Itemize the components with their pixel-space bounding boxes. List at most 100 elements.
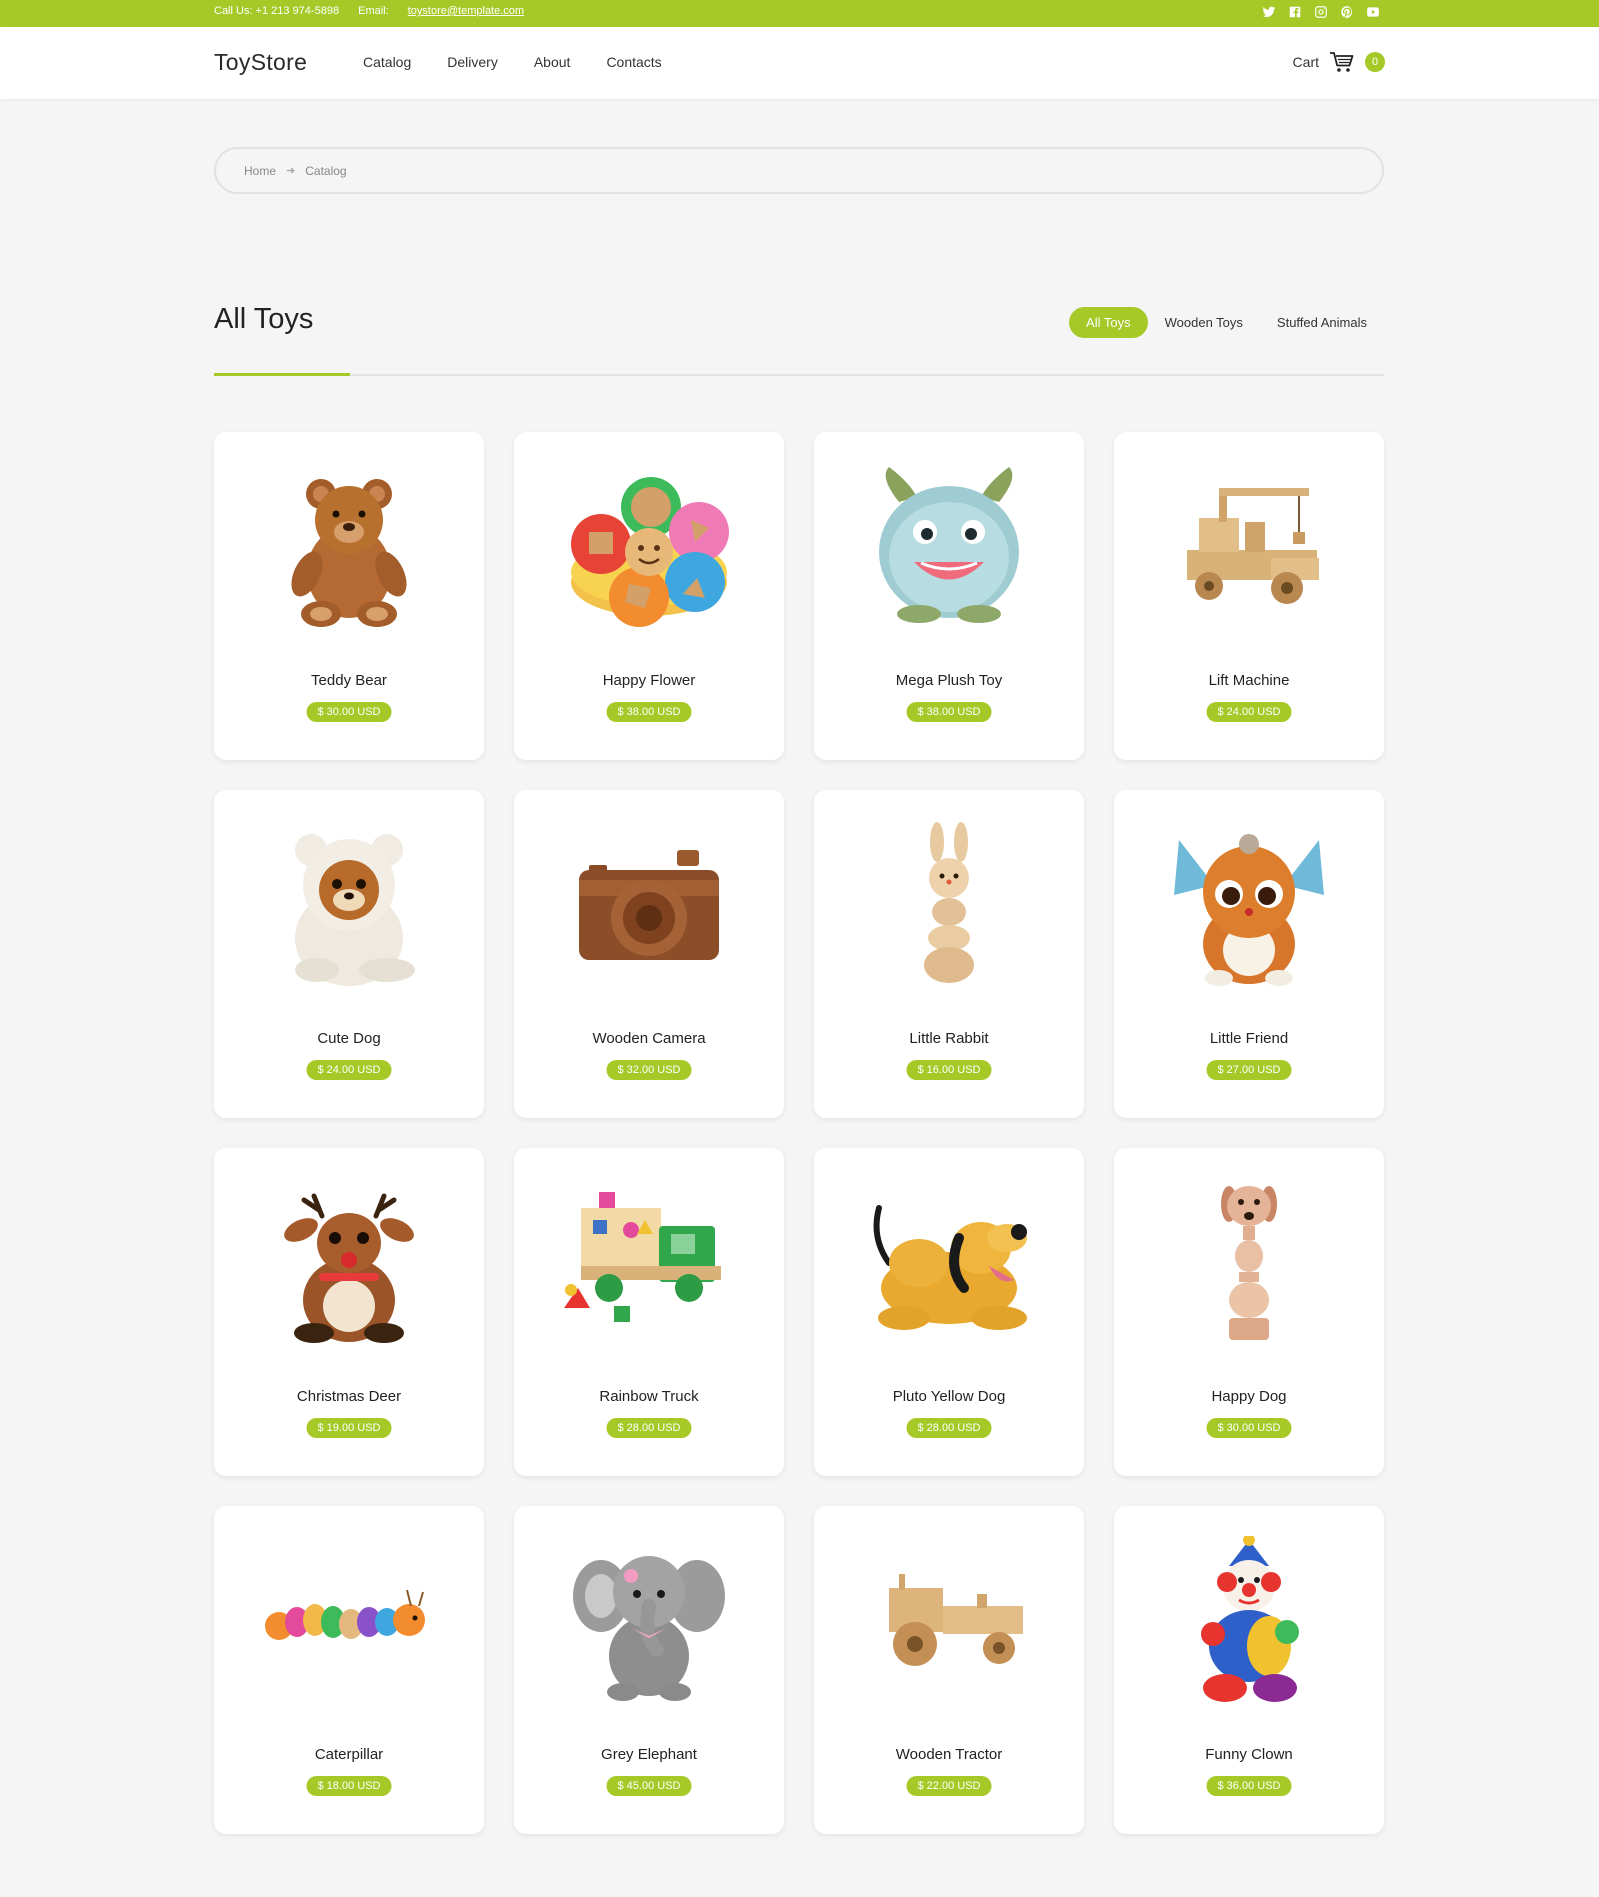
price-badge: $ 16.00 USD	[906, 1060, 992, 1080]
section-divider	[214, 373, 1384, 376]
product-card[interactable]: Mega Plush Toy $ 38.00 USD	[814, 432, 1084, 760]
product-name[interactable]: Mega Plush Toy	[814, 672, 1084, 689]
filter-tabs: All Toys Wooden Toys Stuffed Animals	[1069, 307, 1384, 338]
divider-accent	[214, 373, 350, 376]
price-badge: $ 22.00 USD	[906, 1776, 992, 1796]
product-card[interactable]: Caterpillar $ 18.00 USD	[214, 1506, 484, 1834]
product-name[interactable]: Little Rabbit	[814, 1030, 1084, 1047]
product-image[interactable]	[1149, 462, 1349, 632]
email-link[interactable]: toystore@template.com	[408, 5, 524, 17]
plush-monster-icon	[879, 467, 1019, 623]
product-name[interactable]: Cute Dog	[214, 1030, 484, 1047]
product-card[interactable]: Pluto Yellow Dog $ 28.00 USD	[814, 1148, 1084, 1476]
product-image[interactable]	[249, 462, 449, 632]
plush-fox-icon	[1174, 834, 1324, 986]
price-badge: $ 30.00 USD	[1206, 1418, 1292, 1438]
product-image[interactable]	[249, 820, 449, 990]
product-card[interactable]: Wooden Tractor $ 22.00 USD	[814, 1506, 1084, 1834]
product-image[interactable]	[849, 1178, 1049, 1348]
product-image[interactable]	[549, 820, 749, 990]
price-badge: $ 30.00 USD	[306, 702, 392, 722]
product-image[interactable]	[1149, 1178, 1349, 1348]
product-image[interactable]	[849, 820, 1049, 990]
facebook-icon[interactable]	[1287, 4, 1303, 20]
nav-about[interactable]: About	[534, 54, 571, 70]
cart-label: Cart	[1292, 54, 1319, 70]
product-card[interactable]: Cute Dog $ 24.00 USD	[214, 790, 484, 1118]
product-image[interactable]	[249, 1178, 449, 1348]
product-image[interactable]	[849, 462, 1049, 632]
product-card[interactable]: Happy Dog $ 30.00 USD	[1114, 1148, 1384, 1476]
social-links	[1261, 4, 1381, 20]
pinterest-icon[interactable]	[1339, 4, 1355, 20]
wooden-crane-icon	[1187, 488, 1319, 604]
product-name[interactable]: Funny Clown	[1114, 1746, 1384, 1763]
product-card[interactable]: Little Friend $ 27.00 USD	[1114, 790, 1384, 1118]
tab-all-toys[interactable]: All Toys	[1069, 307, 1148, 338]
product-name[interactable]: Christmas Deer	[214, 1388, 484, 1405]
price-badge: $ 36.00 USD	[1206, 1776, 1292, 1796]
product-card[interactable]: Grey Elephant $ 45.00 USD	[514, 1506, 784, 1834]
product-image[interactable]	[549, 1536, 749, 1706]
nav-catalog[interactable]: Catalog	[363, 54, 411, 70]
main-nav: Catalog Delivery About Contacts	[363, 54, 662, 70]
product-image[interactable]	[549, 462, 749, 632]
product-image[interactable]	[1149, 820, 1349, 990]
product-image[interactable]	[1149, 1536, 1349, 1706]
product-name[interactable]: Wooden Tractor	[814, 1746, 1084, 1763]
wooden-rabbit-icon	[924, 822, 974, 983]
youtube-icon[interactable]	[1365, 4, 1381, 20]
price-badge: $ 18.00 USD	[306, 1776, 392, 1796]
product-name[interactable]: Happy Dog	[1114, 1388, 1384, 1405]
clown-icon	[1201, 1536, 1299, 1702]
breadcrumb-home[interactable]: Home	[244, 164, 276, 178]
cart-button[interactable]: Cart 0	[1293, 50, 1385, 74]
product-name[interactable]: Grey Elephant	[514, 1746, 784, 1763]
site-logo[interactable]: ToyStore	[214, 49, 307, 76]
product-card[interactable]: Christmas Deer $ 19.00 USD	[214, 1148, 484, 1476]
breadcrumb: Home ➜ Catalog	[214, 147, 1384, 194]
product-name[interactable]: Rainbow Truck	[514, 1388, 784, 1405]
product-name[interactable]: Caterpillar	[214, 1746, 484, 1763]
instagram-icon[interactable]	[1313, 4, 1329, 20]
nav-delivery[interactable]: Delivery	[447, 54, 498, 70]
product-card[interactable]: Funny Clown $ 36.00 USD	[1114, 1506, 1384, 1834]
product-grid: Teddy Bear $ 30.00 USD Happy Flower $ 38…	[214, 432, 1384, 1834]
product-name[interactable]: Happy Flower	[514, 672, 784, 689]
cart-count-badge: 0	[1365, 52, 1385, 72]
tab-stuffed-animals[interactable]: Stuffed Animals	[1260, 307, 1384, 338]
product-image[interactable]	[249, 1536, 449, 1706]
price-badge: $ 28.00 USD	[606, 1418, 692, 1438]
product-card[interactable]: Teddy Bear $ 30.00 USD	[214, 432, 484, 760]
teddy-bear-icon	[291, 479, 407, 627]
wooden-tractor-icon	[889, 1574, 1023, 1666]
price-badge: $ 38.00 USD	[606, 702, 692, 722]
product-image[interactable]	[849, 1536, 1049, 1706]
phone-text: Call Us: +1 213 974-5898	[214, 5, 340, 17]
price-badge: $ 27.00 USD	[1206, 1060, 1292, 1080]
product-name[interactable]: Lift Machine	[1114, 672, 1384, 689]
product-name[interactable]: Little Friend	[1114, 1030, 1384, 1047]
wooden-camera-icon	[579, 850, 719, 960]
product-image[interactable]	[549, 1178, 749, 1348]
product-name[interactable]: Pluto Yellow Dog	[814, 1388, 1084, 1405]
product-card[interactable]: Rainbow Truck $ 28.00 USD	[514, 1148, 784, 1476]
price-badge: $ 24.00 USD	[1206, 702, 1292, 722]
cart-icon	[1330, 52, 1354, 72]
price-badge: $ 28.00 USD	[906, 1418, 992, 1438]
nav-contacts[interactable]: Contacts	[606, 54, 661, 70]
price-badge: $ 38.00 USD	[906, 702, 992, 722]
tab-wooden-toys[interactable]: Wooden Toys	[1148, 307, 1260, 338]
twitter-icon[interactable]	[1261, 4, 1277, 20]
product-card[interactable]: Little Rabbit $ 16.00 USD	[814, 790, 1084, 1118]
product-name[interactable]: Teddy Bear	[214, 672, 484, 689]
product-name[interactable]: Wooden Camera	[514, 1030, 784, 1047]
product-card[interactable]: Happy Flower $ 38.00 USD	[514, 432, 784, 760]
product-card[interactable]: Lift Machine $ 24.00 USD	[1114, 432, 1384, 760]
price-badge: $ 19.00 USD	[306, 1418, 392, 1438]
top-bar: Call Us: +1 213 974-5898 Email: toystore…	[0, 0, 1599, 27]
email-label: Email:	[358, 5, 389, 17]
site-header: ToyStore Catalog Delivery About Contacts…	[0, 27, 1599, 99]
arrow-right-icon: ➜	[286, 165, 296, 177]
product-card[interactable]: Wooden Camera $ 32.00 USD	[514, 790, 784, 1118]
